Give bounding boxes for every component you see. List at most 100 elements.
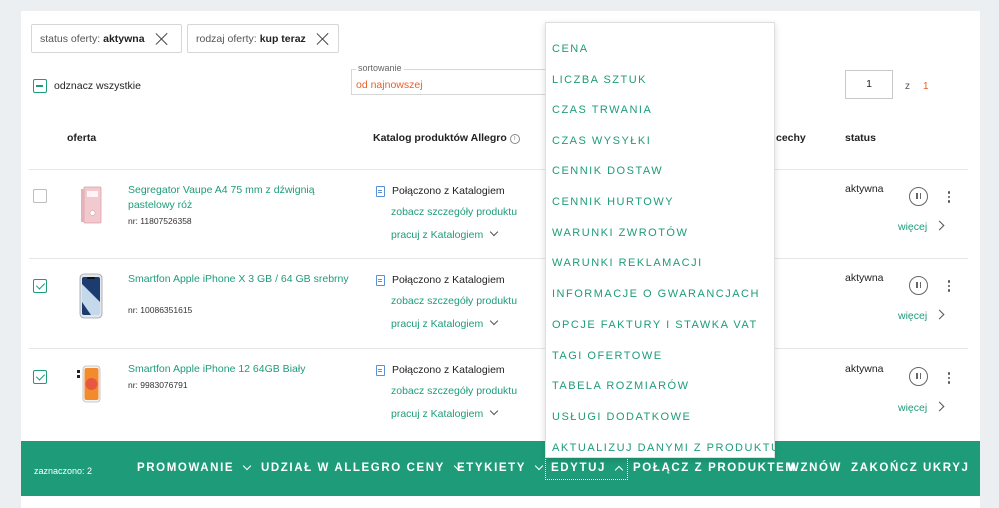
menu-item-quantity[interactable]: LICZBA SZTUK bbox=[552, 74, 647, 86]
menu-item-duration[interactable]: CZAS TRWANIA bbox=[552, 104, 652, 116]
more-options-icon[interactable] bbox=[947, 191, 951, 205]
chevron-down-icon bbox=[489, 316, 499, 326]
product-thumbnail[interactable] bbox=[71, 272, 113, 319]
chevron-up-icon bbox=[614, 465, 624, 474]
chevron-right-icon bbox=[934, 220, 945, 231]
catalog-work-label: pracuj z Katalogiem bbox=[391, 229, 484, 241]
edit-dropdown-menu: CENA LICZBA SZTUK CZAS TRWANIA CZAS WYSY… bbox=[545, 22, 779, 458]
menu-item-wholesale-prices[interactable]: CENNIK HURTOWY bbox=[552, 196, 674, 208]
close-icon[interactable] bbox=[316, 32, 330, 46]
filter-chip-label: rodzaj oferty: bbox=[196, 32, 257, 45]
catalog-icon bbox=[376, 364, 385, 376]
filter-chip-value: aktywna bbox=[103, 32, 145, 45]
more-label: więcej bbox=[898, 221, 928, 233]
allegro-prices-button[interactable]: UDZIAŁ W ALLEGRO CENY bbox=[261, 461, 463, 474]
catalog-work-dropdown[interactable]: pracuj z Katalogiem bbox=[391, 227, 499, 241]
product-thumbnail[interactable] bbox=[71, 362, 113, 408]
offers-panel: status oferty: aktywna rodzaj oferty: kup … bbox=[21, 11, 980, 508]
close-icon[interactable] bbox=[155, 32, 169, 46]
column-header-status: status bbox=[845, 132, 876, 144]
sorting-value: od najnowszej bbox=[356, 79, 423, 91]
status-value: aktywna bbox=[845, 363, 884, 375]
menu-item-price[interactable]: CENA bbox=[552, 43, 589, 55]
more-options-icon[interactable] bbox=[947, 372, 951, 386]
status-value: aktywna bbox=[845, 183, 884, 195]
catalog-status-label: Połączono z Katalogiem bbox=[392, 364, 505, 376]
more-link[interactable]: więcej bbox=[898, 220, 945, 233]
menu-item-offer-tags[interactable]: TAGI OFERTOWE bbox=[552, 350, 663, 362]
promote-label: PROMOWANIE bbox=[137, 462, 235, 474]
status-value: aktywna bbox=[845, 272, 884, 284]
promote-button[interactable]: PROMOWANIE bbox=[137, 461, 252, 474]
filter-chip-type[interactable]: rodzaj oferty: kup teraz bbox=[187, 24, 339, 53]
info-icon[interactable]: i bbox=[509, 134, 520, 144]
menu-item-shipping-time[interactable]: CZAS WYSYŁKI bbox=[552, 135, 651, 147]
catalog-work-dropdown[interactable]: pracuj z Katalogiem bbox=[391, 406, 499, 420]
hide-button[interactable]: UKRYJ bbox=[923, 462, 970, 474]
row-checkbox[interactable] bbox=[33, 370, 47, 384]
chevron-down-icon bbox=[534, 461, 544, 471]
more-link[interactable]: więcej bbox=[898, 401, 945, 414]
catalog-work-label: pracuj z Katalogiem bbox=[391, 408, 484, 420]
resume-button[interactable]: WZNÓW bbox=[788, 462, 842, 474]
edit-button[interactable]: EDYTUJ bbox=[545, 456, 628, 480]
offer-number: nr: 11807526358 bbox=[128, 216, 192, 226]
filter-chip-value: kup teraz bbox=[259, 32, 306, 45]
sorting-legend: sortowanie bbox=[356, 63, 404, 73]
edit-label: EDYTUJ bbox=[551, 462, 606, 474]
offer-number: nr: 9983076791 bbox=[128, 380, 188, 390]
catalog-work-label: pracuj z Katalogiem bbox=[391, 318, 484, 330]
page-number-input[interactable]: 1 bbox=[845, 70, 893, 99]
end-button[interactable]: ZAKOŃCZ bbox=[851, 462, 918, 474]
divider bbox=[29, 348, 968, 349]
catalog-status-label: Połączono z Katalogiem bbox=[392, 185, 505, 197]
offer-title-link[interactable]: Smartfon Apple iPhone X 3 GB / 64 GB sre… bbox=[128, 272, 353, 287]
divider bbox=[29, 258, 968, 259]
menu-item-update-from-product[interactable]: AKTUALIZUJ DANYMI Z PRODUKTU bbox=[552, 442, 780, 454]
labels-label: ETYKIETY bbox=[457, 462, 527, 474]
menu-item-complaint-policy[interactable]: WARUNKI REKLAMACJI bbox=[552, 257, 703, 269]
catalog-icon bbox=[376, 185, 385, 197]
deselect-all-checkbox[interactable] bbox=[33, 79, 47, 93]
column-header-offer: oferta bbox=[67, 132, 97, 144]
row-checkbox[interactable] bbox=[33, 279, 47, 293]
chevron-down-icon bbox=[242, 461, 252, 471]
page-of-label: z bbox=[905, 81, 910, 92]
product-details-link[interactable]: zobacz szczegóły produktu bbox=[391, 295, 517, 307]
catalog-work-dropdown[interactable]: pracuj z Katalogiem bbox=[391, 316, 499, 330]
offer-title-link[interactable]: Smartfon Apple iPhone 12 64GB Biały bbox=[128, 362, 353, 377]
link-product-button[interactable]: POŁĄCZ Z PRODUKTEM bbox=[633, 462, 797, 474]
column-header-catalog: Katalog produktów Allegro i bbox=[373, 132, 520, 144]
menu-item-size-table[interactable]: TABELA ROZMIARÓW bbox=[552, 380, 689, 392]
filter-chip-status[interactable]: status oferty: aktywna bbox=[31, 24, 182, 53]
menu-item-delivery-prices[interactable]: CENNIK DOSTAW bbox=[552, 165, 663, 177]
catalog-status-label: Połączono z Katalogiem bbox=[392, 274, 505, 286]
product-details-link[interactable]: zobacz szczegóły produktu bbox=[391, 385, 517, 397]
page-total: 1 bbox=[923, 81, 929, 92]
menu-item-return-policy[interactable]: WARUNKI ZWROTÓW bbox=[552, 227, 688, 239]
chevron-right-icon bbox=[934, 401, 945, 412]
offer-title-link[interactable]: Segregator Vaupe A4 75 mm z dźwignią pas… bbox=[128, 183, 353, 213]
deselect-all-label[interactable]: odznacz wszystkie bbox=[54, 80, 141, 92]
pause-icon[interactable] bbox=[909, 187, 928, 206]
menu-item-additional-services[interactable]: USŁUGI DODATKOWE bbox=[552, 411, 691, 423]
catalog-status: Połączono z Katalogiem bbox=[376, 274, 505, 286]
bulk-actions-bar: zaznaczono: 2 PROMOWANIE UDZIAŁ W ALLEGR… bbox=[21, 441, 980, 496]
row-checkbox[interactable] bbox=[33, 189, 47, 203]
pause-icon[interactable] bbox=[909, 276, 928, 295]
column-header-features: cechy bbox=[776, 132, 806, 144]
chevron-down-icon bbox=[489, 227, 499, 237]
filter-chip-label: status oferty: bbox=[40, 32, 101, 45]
more-label: więcej bbox=[898, 310, 928, 322]
product-details-link[interactable]: zobacz szczegóły produktu bbox=[391, 206, 517, 218]
chevron-down-icon bbox=[489, 406, 499, 416]
more-options-icon[interactable] bbox=[947, 280, 951, 294]
menu-item-invoice-vat[interactable]: OPCJE FAKTURY I STAWKA VAT bbox=[552, 319, 758, 331]
product-thumbnail[interactable] bbox=[71, 183, 113, 229]
labels-button[interactable]: ETYKIETY bbox=[457, 461, 544, 474]
more-link[interactable]: więcej bbox=[898, 309, 945, 322]
pause-icon[interactable] bbox=[909, 367, 928, 386]
menu-item-warranty-info[interactable]: INFORMACJE O GWARANCJACH bbox=[552, 288, 760, 300]
offer-number: nr: 10086351615 bbox=[128, 305, 193, 315]
catalog-status: Połączono z Katalogiem bbox=[376, 364, 505, 376]
